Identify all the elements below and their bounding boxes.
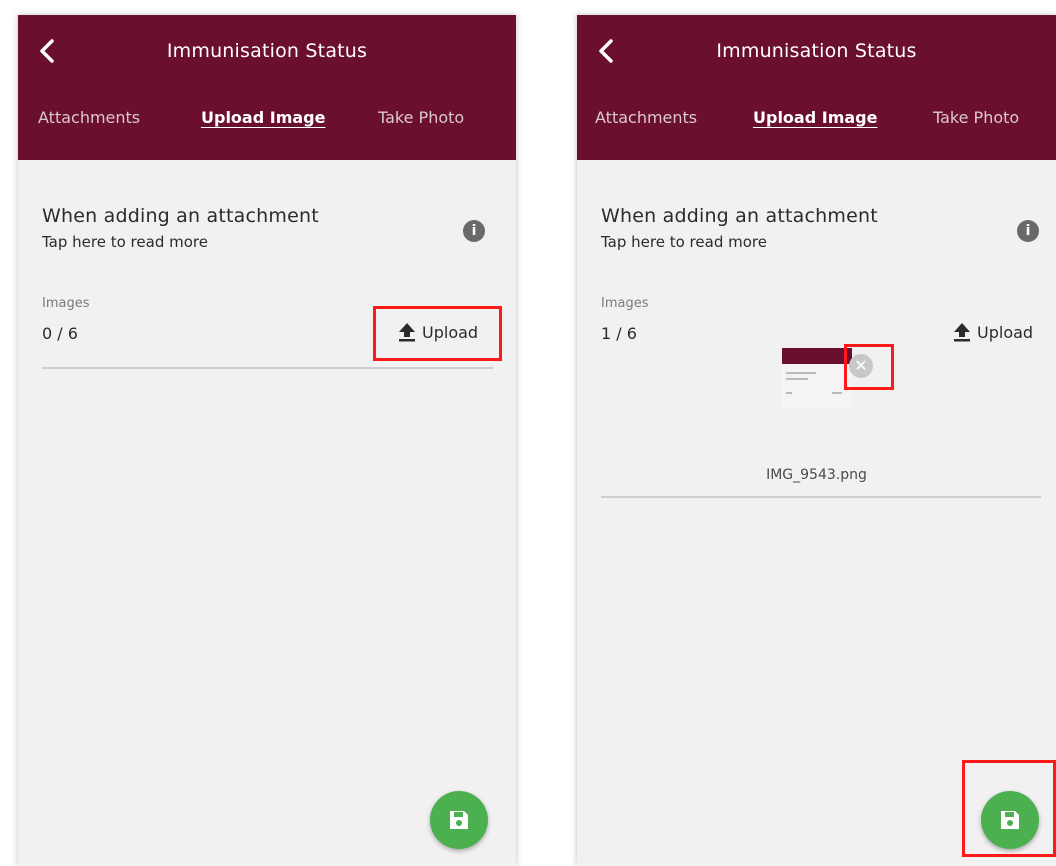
- thumbnail-line: [786, 372, 816, 374]
- info-subtitle: Tap here to read more: [42, 233, 208, 251]
- thumbnail-line: [832, 392, 842, 394]
- divider: [601, 496, 1041, 498]
- tab-upload-image[interactable]: Upload Image: [753, 108, 877, 127]
- info-title: When adding an attachment: [601, 205, 878, 227]
- tab-upload-image[interactable]: Upload Image: [201, 108, 325, 127]
- upload-label: Upload: [977, 322, 1034, 342]
- upload-button[interactable]: Upload: [953, 322, 1033, 342]
- info-title: When adding an attachment: [42, 205, 319, 227]
- thumbnail-header-strip: [782, 348, 852, 364]
- thumbnail-line: [786, 392, 792, 394]
- attachment-filename: IMG_9543.png: [766, 467, 867, 483]
- save-fab[interactable]: [430, 791, 488, 849]
- remove-image-button[interactable]: ✕: [849, 354, 873, 378]
- phone-screen-before: Immunisation Status Attachments Upload I…: [18, 15, 516, 866]
- save-icon: [450, 811, 468, 829]
- thumbnail-line: [786, 378, 808, 380]
- attachment-info-link[interactable]: When adding an attachment Tap here to re…: [601, 205, 878, 251]
- save-fab[interactable]: [981, 791, 1039, 849]
- tab-attachments[interactable]: Attachments: [38, 108, 140, 127]
- divider: [42, 367, 493, 369]
- info-icon[interactable]: i: [463, 220, 485, 242]
- upload-label: Upload: [422, 322, 479, 342]
- upload-icon: [954, 323, 970, 342]
- info-icon[interactable]: i: [1017, 220, 1039, 242]
- tab-take-photo[interactable]: Take Photo: [378, 108, 464, 127]
- save-icon: [1001, 811, 1019, 829]
- tab-bar: Attachments Upload Image Take Photo: [577, 108, 1056, 138]
- uploaded-image-thumbnail[interactable]: [782, 348, 852, 408]
- upload-icon: [399, 323, 415, 342]
- images-count: 0 / 6: [42, 324, 78, 343]
- tab-bar: Attachments Upload Image Take Photo: [18, 108, 516, 138]
- tab-attachments[interactable]: Attachments: [595, 108, 697, 127]
- tab-take-photo[interactable]: Take Photo: [933, 108, 1019, 127]
- images-count: 1 / 6: [601, 324, 637, 343]
- phone-screen-after: Immunisation Status Attachments Upload I…: [577, 15, 1056, 866]
- page-title: Immunisation Status: [166, 40, 368, 62]
- info-subtitle: Tap here to read more: [601, 233, 767, 251]
- attachment-info-link[interactable]: When adding an attachment Tap here to re…: [42, 205, 319, 251]
- app-header: Immunisation Status Attachments Upload I…: [18, 15, 516, 160]
- page-title: Immunisation Status: [716, 40, 917, 62]
- app-header: Immunisation Status Attachments Upload I…: [577, 15, 1056, 160]
- images-label: Images: [601, 296, 649, 311]
- images-label: Images: [42, 296, 90, 311]
- upload-button[interactable]: Upload: [398, 322, 478, 342]
